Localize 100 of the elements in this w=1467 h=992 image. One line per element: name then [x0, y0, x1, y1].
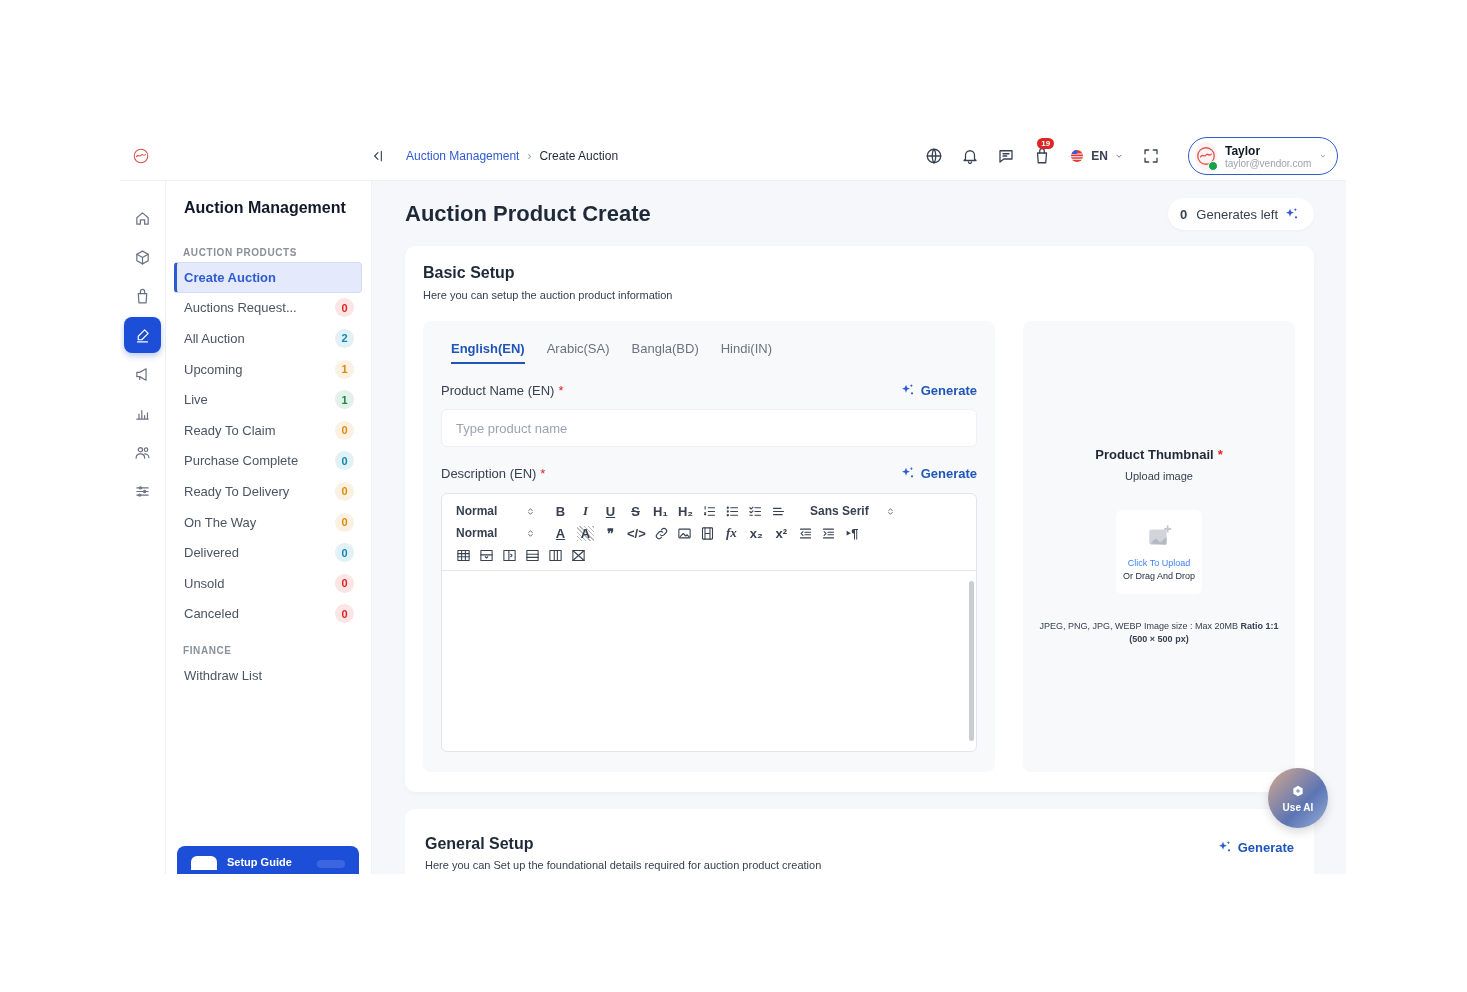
- format-select[interactable]: Sans Serif: [810, 504, 896, 518]
- menu-item[interactable]: Unsold 0: [174, 567, 362, 599]
- field-label: Product Thumbnail *: [1095, 447, 1223, 462]
- count-badge: 0: [335, 298, 354, 318]
- indent-icon[interactable]: [820, 525, 836, 541]
- menu-item[interactable]: Upcoming 1: [174, 353, 362, 385]
- field-label: Description (EN) *: [441, 465, 546, 481]
- count-badge: 0: [335, 512, 354, 532]
- menu-item[interactable]: Withdraw List: [174, 660, 362, 691]
- format-button[interactable]: H₂: [677, 503, 694, 519]
- section-heading: FINANCE: [183, 645, 233, 657]
- menu-item[interactable]: Ready To Claim 0: [174, 414, 362, 446]
- menu-item[interactable]: Purchase Complete 0: [174, 445, 362, 477]
- count-badge: 0: [335, 481, 354, 501]
- language-selector[interactable]: EN: [1069, 148, 1124, 164]
- user-email: taylor@vendor.com: [1225, 157, 1312, 169]
- language-tab[interactable]: Arabic(SA): [546, 333, 610, 364]
- language-tab[interactable]: Bangla(BD): [631, 333, 699, 364]
- section-title: General Setup: [425, 835, 534, 853]
- upload-link[interactable]: Click To Upload: [1127, 558, 1191, 568]
- fullscreen-icon[interactable]: [1142, 147, 1160, 165]
- cube-icon: [134, 248, 151, 266]
- count-badge: 0: [335, 604, 354, 624]
- film-icon[interactable]: [699, 525, 715, 541]
- format-button[interactable]: B: [552, 503, 569, 519]
- sort-icon: [525, 505, 536, 517]
- format-select[interactable]: Normal: [456, 504, 536, 518]
- table-delete-icon[interactable]: [571, 547, 586, 563]
- menu-title: Auction Management: [184, 199, 347, 218]
- rail-button[interactable]: [124, 317, 161, 353]
- format-select[interactable]: Normal: [456, 526, 536, 540]
- upload-hint: Or Drag And Drop: [1123, 571, 1195, 581]
- count-badge: 0: [335, 420, 354, 440]
- format-button[interactable]: S: [627, 503, 644, 519]
- generate-button[interactable]: Generate: [1216, 839, 1294, 855]
- menu-item[interactable]: Ready To Delivery 0: [174, 476, 362, 507]
- generates-counter: 0 Generates left: [1168, 198, 1314, 230]
- format-button[interactable]: I: [577, 503, 594, 519]
- generate-button[interactable]: Generate: [899, 465, 977, 481]
- format-button[interactable]: fx: [722, 525, 740, 541]
- table-row-icon[interactable]: [525, 547, 540, 563]
- breadcrumb-current: Create Auction: [539, 149, 619, 163]
- menu-item[interactable]: Create Auction: [174, 262, 362, 293]
- language-tab[interactable]: Hindi(IN): [720, 333, 773, 364]
- upload-note: JPEG, PNG, JPG, WEBP Image size : Max 20MB Ratio 1:1 (500 × 500 px): [1039, 620, 1279, 647]
- section-subtitle: Here you can setup the auction product information: [423, 289, 674, 301]
- menu-item[interactable]: On The Way 0: [174, 506, 362, 538]
- rich-text-editor[interactable]: Normal B I U S H₁ H₂ Sans Serif Normal A A ❞ </> fx x₂ x² ‣¶: [441, 493, 977, 752]
- pen-icon: [134, 326, 151, 344]
- format-button[interactable]: A: [552, 525, 569, 541]
- link-icon[interactable]: [653, 525, 669, 541]
- format-button[interactable]: x²: [772, 525, 790, 541]
- user-menu[interactable]: Taylor taylor@vendor.com: [1188, 137, 1338, 175]
- ordered-list-icon[interactable]: [702, 503, 717, 519]
- bell-icon[interactable]: [961, 147, 980, 165]
- count-badge: 19: [1037, 138, 1055, 149]
- count-badge: 1: [335, 359, 354, 379]
- format-button[interactable]: ‣¶: [843, 524, 861, 542]
- field-label: Product Name (EN) *: [441, 382, 564, 398]
- user-name: Taylor: [1225, 143, 1262, 158]
- sort-icon: [525, 527, 536, 539]
- menu-item[interactable]: Auctions Request... 0: [174, 292, 362, 324]
- page-title: Auction Product Create: [405, 201, 651, 227]
- count-badge: 0: [335, 543, 354, 563]
- menu-item[interactable]: Canceled 0: [174, 598, 362, 630]
- count-badge: 2: [335, 329, 354, 348]
- home-icon: [134, 209, 151, 227]
- format-button[interactable]: ❞: [602, 525, 619, 541]
- generate-button[interactable]: Generate: [899, 382, 977, 398]
- flag-icon: [1069, 148, 1086, 164]
- table-row-icon[interactable]: [479, 547, 494, 563]
- chat-icon[interactable]: [997, 147, 1016, 165]
- menu-item[interactable]: Delivered 0: [174, 537, 362, 568]
- language-tab[interactable]: English(EN): [451, 333, 525, 364]
- table-icon[interactable]: [456, 547, 471, 563]
- sort-icon: [885, 505, 896, 517]
- format-button[interactable]: H₁: [652, 503, 669, 519]
- setup-guide-button[interactable]: Setup Guide: [177, 846, 359, 874]
- format-button[interactable]: x₂: [747, 525, 765, 541]
- ai-icon: [1291, 783, 1305, 798]
- section-title: Basic Setup: [423, 264, 515, 282]
- format-button[interactable]: U: [602, 503, 619, 519]
- table-column-icon[interactable]: [502, 547, 517, 563]
- format-button[interactable]: A: [577, 525, 594, 541]
- menu-item[interactable]: All Auction 2: [174, 323, 362, 354]
- breadcrumb-link[interactable]: Auction Management: [406, 149, 520, 163]
- format-button[interactable]: </>: [627, 525, 646, 541]
- count-badge: 0: [335, 451, 354, 471]
- breadcrumb-separator: ›: [527, 149, 532, 163]
- section-subtitle: Here you can Set up the foundational details required for auction product creation: [425, 859, 823, 871]
- logo-icon: [132, 147, 150, 165]
- input-field[interactable]: Type product name: [441, 409, 977, 447]
- count-badge: 0: [335, 573, 354, 593]
- section-heading: AUCTION PRODUCTS: [183, 247, 299, 258]
- globe-icon[interactable]: [925, 147, 944, 165]
- outdent-icon[interactable]: [797, 525, 813, 541]
- table-column-icon[interactable]: [548, 547, 563, 563]
- menu-item[interactable]: Live 1: [174, 384, 362, 415]
- image-icon[interactable]: [676, 525, 692, 541]
- upload-dropzone[interactable]: Click To Upload Or Drag And Drop: [1116, 510, 1202, 594]
